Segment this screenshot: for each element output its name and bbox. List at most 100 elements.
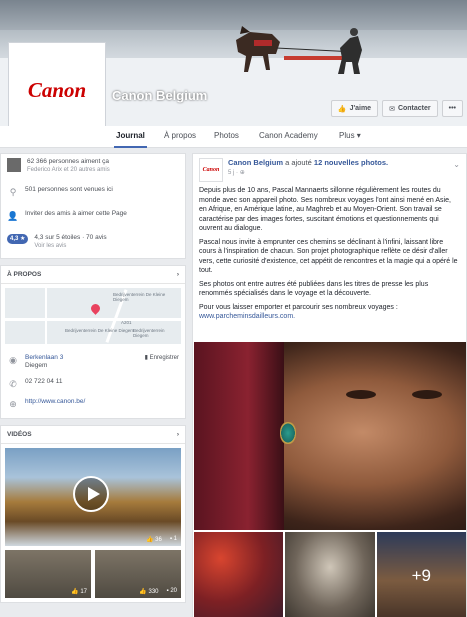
- profile-picture[interactable]: Canon: [8, 42, 106, 138]
- bookmark-icon: ▮: [144, 355, 148, 361]
- rating-text: 4,3 sur 5 étoiles · 70 avis: [34, 234, 107, 241]
- post-paragraph: Ses photos ont entre autres été publiées…: [199, 280, 429, 298]
- about-card: À PROPOS › Bedrijventerrein De Kleine Di…: [0, 265, 186, 419]
- video-thumbnail[interactable]: 👍 17: [5, 550, 91, 598]
- save-button[interactable]: ▮ Enregistrer: [145, 354, 179, 362]
- featured-video[interactable]: 👍 36 ▪ 1: [5, 448, 181, 546]
- left-sidebar: 62 366 personnes aiment ça Federico Arix…: [0, 153, 186, 609]
- about-title: À PROPOS: [7, 271, 42, 278]
- location-icon: ◉: [9, 355, 17, 365]
- post-text: Depuis plus de 10 ans, Pascal Mannaerts …: [193, 186, 466, 322]
- location-map[interactable]: Bedrijventerrein De Kleine Diegem Bedrij…: [5, 288, 181, 344]
- comment-icon: ▪: [169, 536, 172, 542]
- videos-header[interactable]: VIDÉOS ›: [1, 426, 185, 444]
- checkins-row: ⚲ 501 personnes sont venues ici: [1, 178, 185, 202]
- post-paragraph: Pour vous laisser emporter et parcourir …: [199, 303, 398, 311]
- canon-logo-small: Canon: [202, 167, 220, 173]
- post-header: Canon Canon Belgium a ajouté 12 nouvelle…: [193, 154, 466, 186]
- post-meta: Canon Belgium a ajouté 12 nouvelles phot…: [228, 158, 388, 182]
- about-header[interactable]: À PROPOS ›: [1, 266, 185, 284]
- post-photo-thumbnails: +9: [194, 532, 466, 617]
- photo-eye: [412, 390, 442, 399]
- new-photos-link[interactable]: 12 nouvelles photos.: [314, 158, 388, 167]
- contact-button[interactable]: ✉ Contacter: [382, 100, 438, 117]
- checkins-text: 501 personnes sont venues ici: [25, 186, 113, 193]
- map-pin-icon: ⚲: [9, 187, 17, 197]
- invite-friends-icon: 👤: [7, 211, 19, 221]
- photo-thumbnail[interactable]: [194, 532, 284, 617]
- timeline-post: Canon Canon Belgium a ajouté 12 nouvelle…: [192, 153, 467, 617]
- post-timestamp[interactable]: 5 j · ⊕: [228, 168, 388, 178]
- friend-avatar: [7, 158, 21, 172]
- photo-turquoise-earring: [280, 422, 296, 444]
- address-row: ◉ Berkenlaan 3 Diegem ▮ Enregistrer: [1, 348, 185, 374]
- post-paragraph: Pascal nous invite à emprunter ces chemi…: [199, 238, 458, 275]
- play-icon[interactable]: [73, 476, 109, 512]
- likes-friends-text: Federico Arix et 20 autres amis: [27, 167, 110, 173]
- post-author-avatar[interactable]: Canon: [199, 158, 223, 182]
- like-button-label: J'aime: [349, 105, 372, 112]
- map-road: [45, 288, 47, 344]
- phone-icon: ✆: [9, 379, 17, 389]
- more-options-icon: •••: [448, 105, 456, 112]
- comment-icon: ▪: [166, 588, 169, 594]
- post-author-name[interactable]: Canon Belgium: [228, 158, 283, 167]
- thumbs-up-icon: 👍: [71, 589, 79, 595]
- video-comments: 20: [170, 588, 177, 594]
- invite-text: Inviter des amis à aimer cette Page: [25, 210, 127, 217]
- map-label: Bedrijventerrein De Kleine Diegem: [65, 328, 135, 333]
- globe-icon: ⊕: [9, 399, 17, 409]
- page-title[interactable]: Canon Belgium: [112, 88, 207, 103]
- page-tab-bar: Journal À propos Photos Canon Academy Pl…: [0, 126, 467, 148]
- more-photos-count[interactable]: +9: [376, 532, 466, 617]
- video-stats: 👍 330 ▪ 20: [139, 588, 177, 595]
- photo-thumbnail[interactable]: +9: [376, 532, 466, 617]
- horse-sled-illustration: [236, 26, 362, 74]
- post-paragraph: Depuis plus de 10 ans, Pascal Mannaerts …: [199, 187, 451, 232]
- cover-action-buttons: 👍 J'aime ✉ Contacter •••: [330, 100, 463, 117]
- video-likes: 36: [155, 537, 162, 543]
- phone-row: ✆ 02 722 04 11: [1, 374, 185, 394]
- videos-title: VIDÉOS: [7, 431, 32, 438]
- address-city: Diegem: [25, 362, 48, 369]
- contact-button-label: Contacter: [397, 105, 431, 112]
- post-main-photo[interactable]: [194, 342, 466, 530]
- chevron-right-icon: ›: [176, 431, 179, 438]
- thumbs-up-icon: 👍: [146, 537, 154, 543]
- photo-thumbnail[interactable]: [285, 532, 375, 617]
- message-icon: ✉: [389, 105, 395, 113]
- video-stats: 👍 17: [71, 588, 87, 595]
- globe-icon: ⊕: [239, 170, 245, 176]
- like-button[interactable]: 👍 J'aime: [330, 100, 379, 117]
- more-options-button[interactable]: •••: [441, 100, 463, 117]
- map-label: A201: [121, 320, 132, 325]
- post-options-chevron-icon[interactable]: ⌄: [453, 160, 460, 169]
- post-external-link[interactable]: www.parcheminsdailleurs.com.: [199, 312, 460, 322]
- tab-about[interactable]: À propos: [164, 131, 196, 140]
- website-row: ⊕ http://www.canon.be/: [1, 394, 185, 418]
- canon-logo: Canon: [27, 77, 87, 102]
- tab-photos[interactable]: Photos: [214, 131, 239, 140]
- chevron-right-icon: ›: [176, 271, 179, 278]
- video-likes: 330: [148, 589, 159, 595]
- rating-badge: 4,3 ★: [7, 234, 29, 244]
- tab-canon-academy[interactable]: Canon Academy: [259, 131, 318, 140]
- videos-card: VIDÉOS › 👍 36 ▪ 1 👍 17 👍 330 ▪ 20: [0, 425, 186, 603]
- post-time-text: 5 j ·: [228, 170, 239, 176]
- photo-eye: [346, 390, 376, 399]
- likes-count-text: 62 366 personnes aiment ça: [27, 158, 110, 165]
- tab-more[interactable]: Plus ▾: [339, 131, 361, 140]
- video-thumbnails: 👍 17 👍 330 ▪ 20: [5, 550, 181, 598]
- thumbs-up-icon: 👍: [139, 589, 147, 595]
- video-comments: 1: [173, 536, 177, 542]
- address-street[interactable]: Berkenlaan 3: [25, 354, 63, 362]
- website-link[interactable]: http://www.canon.be/: [25, 398, 85, 406]
- see-reviews-link[interactable]: Voir les avis: [34, 242, 106, 250]
- map-label: Bedrijventerrein Diegem: [133, 328, 165, 338]
- tab-journal[interactable]: Journal: [114, 131, 147, 148]
- likes-row[interactable]: 62 366 personnes aiment ça Federico Arix…: [1, 154, 185, 178]
- video-likes: 17: [80, 589, 87, 595]
- invite-row[interactable]: 👤 Inviter des amis à aimer cette Page: [1, 202, 185, 226]
- video-thumbnail[interactable]: 👍 330 ▪ 20: [95, 550, 181, 598]
- rating-row[interactable]: 4,3 ★ 4,3 sur 5 étoiles · 70 avis Voir l…: [1, 226, 185, 258]
